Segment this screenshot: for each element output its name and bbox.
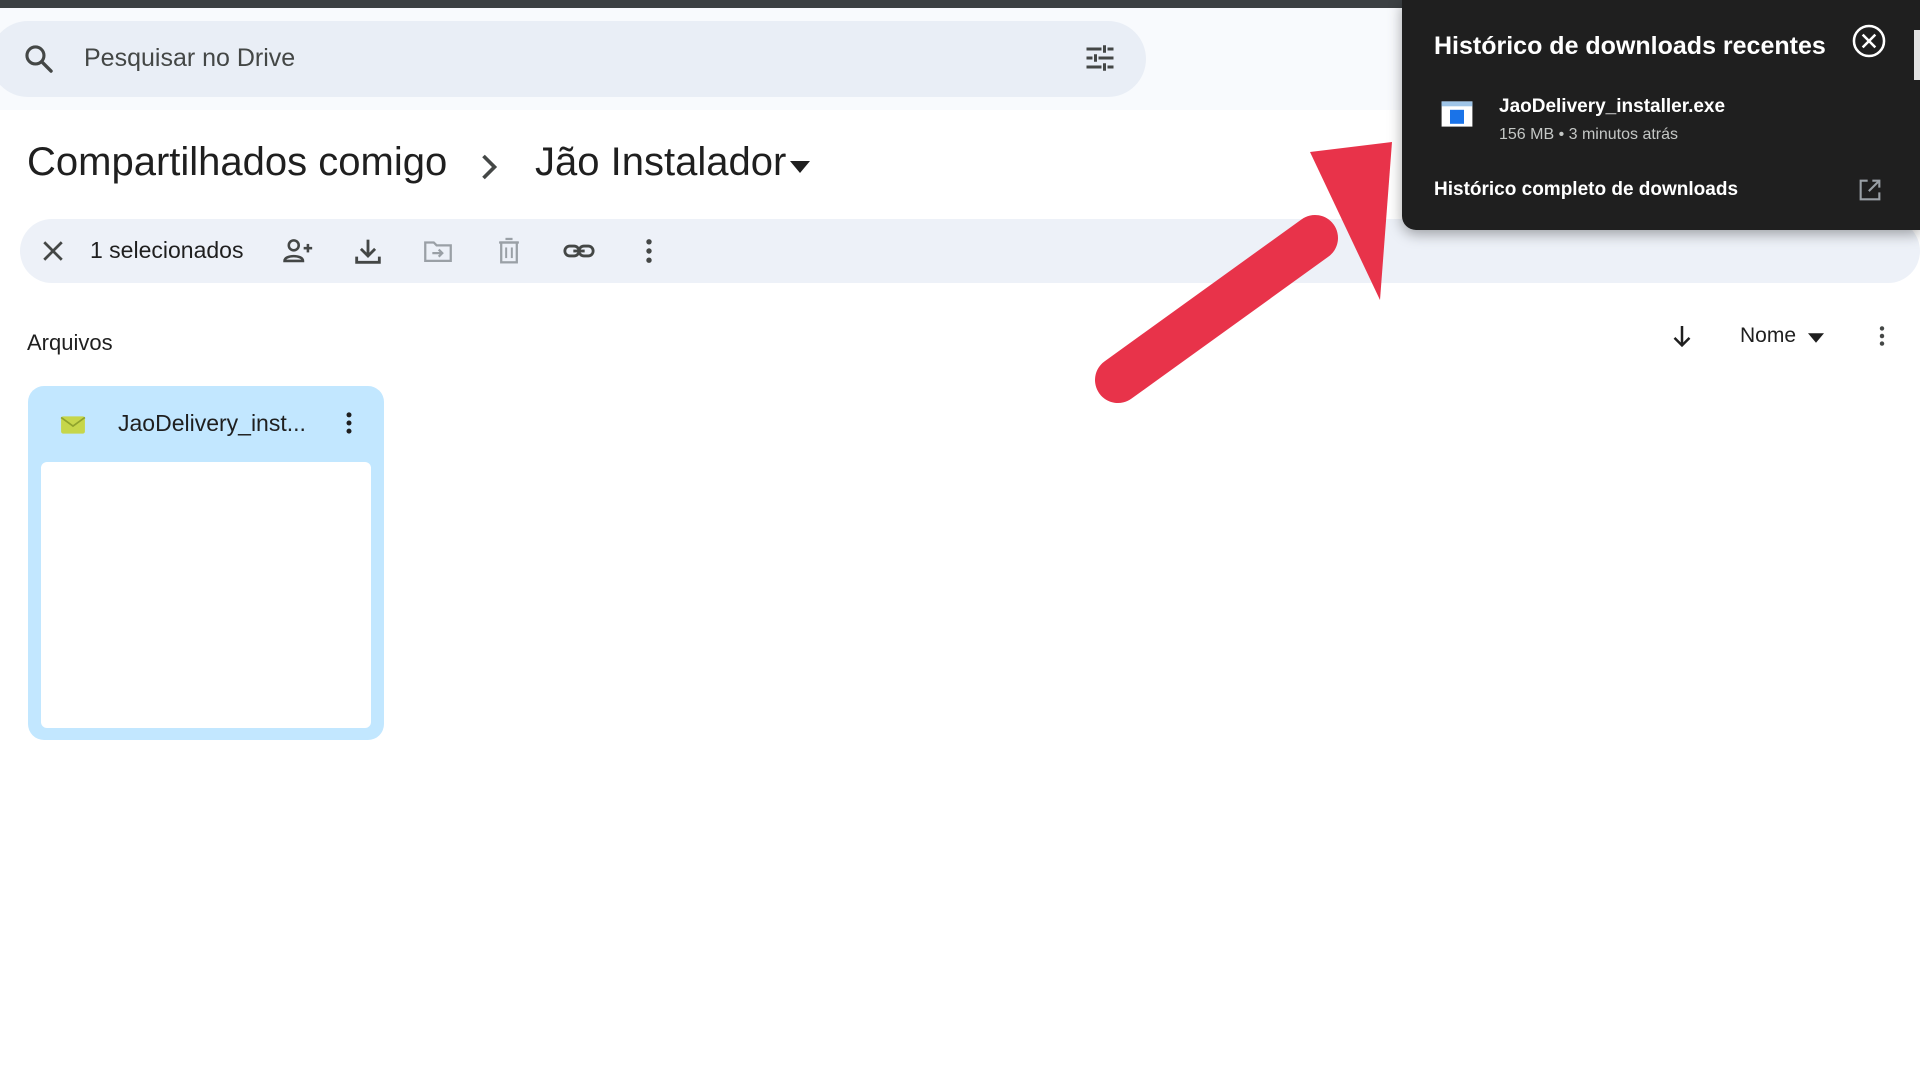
breadcrumb-chevron-icon — [482, 154, 498, 180]
file-more-icon[interactable] — [334, 408, 364, 438]
download-file-name[interactable]: JaoDelivery_installer.exe — [1499, 96, 1725, 118]
drive-page: Compartilhados comigo Jão Instalador 1 s… — [0, 0, 1920, 1080]
executable-file-icon — [60, 416, 86, 434]
file-name: JaoDelivery_inst... — [118, 410, 306, 436]
breadcrumb-current[interactable]: Jão Instalador — [535, 140, 786, 185]
downloads-panel-title: Histórico de downloads recentes — [1434, 32, 1826, 60]
exe-file-icon — [1441, 101, 1473, 127]
file-thumbnail[interactable] — [41, 462, 371, 728]
share-user-icon[interactable] — [281, 234, 315, 268]
sort-field-button[interactable]: Nome — [1740, 324, 1796, 348]
annotation-arrow — [1095, 142, 1392, 403]
breadcrumb-parent[interactable]: Compartilhados comigo — [27, 140, 447, 185]
move-to-folder-icon[interactable] — [421, 234, 455, 268]
trash-icon[interactable] — [492, 234, 526, 268]
selection-count: 1 selecionados — [90, 237, 244, 263]
window-edge — [1914, 30, 1920, 80]
close-icon[interactable] — [1850, 22, 1888, 60]
download-icon[interactable] — [351, 234, 385, 268]
caret-down-icon[interactable] — [790, 160, 810, 174]
view-options-icon[interactable] — [1868, 322, 1896, 350]
download-file-meta: 156 MB • 3 minutos atrás — [1499, 126, 1679, 143]
sort-direction-icon[interactable] — [1667, 321, 1697, 351]
caret-down-icon[interactable] — [1808, 333, 1824, 343]
link-icon[interactable] — [562, 234, 596, 268]
more-actions-icon[interactable] — [632, 234, 666, 268]
search-options-icon[interactable] — [1082, 40, 1118, 76]
clear-selection-icon[interactable] — [38, 236, 68, 266]
full-download-history-link[interactable]: Histórico completo de downloads — [1434, 179, 1738, 201]
section-title: Arquivos — [27, 330, 113, 355]
search-input[interactable] — [84, 38, 984, 78]
search-icon[interactable] — [22, 42, 56, 76]
open-in-new-icon[interactable] — [1856, 176, 1884, 204]
